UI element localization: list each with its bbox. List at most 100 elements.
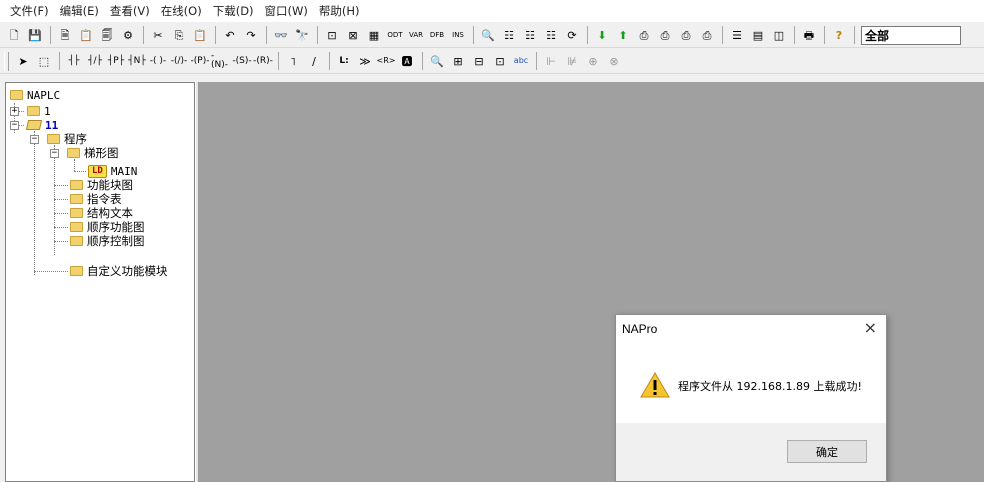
coil-icon[interactable]: -( )- [148,51,168,71]
contact-n-icon[interactable]: ┤N├ [127,51,147,71]
dfb-icon[interactable]: DFB [427,25,447,45]
filter-combo[interactable]: 全部 [861,25,961,45]
tree-root[interactable]: NAPLC [10,88,60,102]
cut-icon[interactable]: ✂ [148,25,168,45]
text-box-icon[interactable]: 🅰 [397,51,417,71]
collapse-minus-icon[interactable]: − [30,134,39,144]
upload-arrow-icon[interactable]: ⬆ [613,25,633,45]
pages-icon[interactable]: 🗐 [97,25,117,45]
tree-item-1[interactable]: + 1 [10,104,51,118]
select-rect-icon[interactable]: ⬚ [34,51,54,71]
split-view-icon[interactable]: ◫ [769,25,789,45]
properties-icon[interactable]: ⊡ [490,51,510,71]
add-icon[interactable]: ⊕ [583,51,603,71]
collapse-minus-icon[interactable]: − [10,120,19,130]
find-icon[interactable]: 👓 [271,25,291,45]
coil-p-icon[interactable]: -(P)- [190,51,210,71]
settings-icon[interactable]: ⚙ [118,25,138,45]
menu-online[interactable]: 在线(O) [161,3,202,19]
toolbar-grip[interactable] [4,51,9,71]
insert-column-icon[interactable]: ⊯ [562,51,582,71]
find-replace-icon[interactable]: 🔭 [292,25,312,45]
standard-toolbar: 🗋 💾 🗎 📋 🗐 ⚙ ✂ ⎘ 📋 ↶ ↷ 👓 🔭 ⊡ ⊠ ▦ ODT VAR … [0,23,984,48]
menu-window[interactable]: 窗口(W) [265,3,308,19]
jump-icon[interactable]: ≫ [355,51,375,71]
tree-item-scc[interactable]: 顺序控制图 [70,234,145,248]
label-icon[interactable]: L: [334,51,354,71]
contact-nc-icon[interactable]: ┤/├ [85,51,105,71]
zoom-icon[interactable]: 🔍 [478,25,498,45]
ok-button[interactable]: 确定 [787,440,867,463]
line-icon[interactable]: ∕ [304,51,324,71]
branch-icon[interactable]: ˥ [283,51,303,71]
stop-icon[interactable]: ⎙ [655,25,675,45]
var-icon[interactable]: VAR [406,25,426,45]
list-icon[interactable]: ☰ [727,25,747,45]
collapse-minus-icon[interactable]: − [50,148,59,158]
tree-item-sfc[interactable]: 顺序功能图 [70,220,145,234]
grid-icon[interactable]: ▤ [748,25,768,45]
tree-item-program[interactable]: − 程序 [30,132,87,146]
expand-plus-icon[interactable]: + [10,106,19,116]
return-icon[interactable]: <R> [376,51,396,71]
toolbar-separator [473,26,474,44]
toolbar-separator [536,52,537,70]
document-icon[interactable]: 🗎 [55,25,75,45]
coil-set-icon[interactable]: -(S)- [232,51,252,71]
image-window-icon[interactable]: ⊠ [343,25,363,45]
menu-edit[interactable]: 编辑(E) [60,3,99,19]
coil-negated-icon[interactable]: -(/)- [169,51,189,71]
help-icon[interactable]: ? [829,25,849,45]
tree-connector [74,159,75,171]
coil-n-icon[interactable]: -(N)- [211,51,231,71]
ins-icon[interactable]: INS [448,25,468,45]
tree-item-st[interactable]: 结构文本 [70,206,133,220]
save-icon[interactable]: 💾 [25,25,45,45]
menu-download[interactable]: 下载(D) [213,3,254,19]
close-icon[interactable]: × [864,318,877,337]
network-icon[interactable]: ☷ [499,25,519,45]
insert-row-icon[interactable]: ⊩ [541,51,561,71]
abc-icon[interactable]: abc [511,51,531,71]
tree-item-il[interactable]: 指令表 [70,192,122,206]
refresh-icon[interactable]: ⟳ [562,25,582,45]
copy-icon[interactable]: ⎘ [169,25,189,45]
delete-icon[interactable]: ⊗ [604,51,624,71]
contact-p-icon[interactable]: ┤P├ [106,51,126,71]
window-icon[interactable]: ⊡ [322,25,342,45]
tree-item-fbd[interactable]: 功能块图 [70,178,133,192]
connect-icon[interactable]: ☷ [541,25,561,45]
print-icon[interactable]: 🖶 [799,25,819,45]
debug-icon[interactable]: ⎙ [697,25,717,45]
toolbar-separator [587,26,588,44]
contact-no-icon[interactable]: ┤├ [64,51,84,71]
tree-item-label: MAIN [110,164,138,178]
tree-item-main[interactable]: LD MAIN [88,164,137,178]
toolbar-separator [278,52,279,70]
download-arrow-icon[interactable]: ⬇ [592,25,612,45]
tree-item-udfb[interactable]: 自定义功能模块 [70,264,168,278]
odt-icon[interactable]: ODT [385,25,405,45]
menu-help[interactable]: 帮助(H) [319,3,360,19]
menu-file[interactable]: 文件(F) [10,3,49,19]
monitor-icon[interactable]: ⎙ [676,25,696,45]
toolbar-separator [143,26,144,44]
search-icon[interactable]: 🔍 [427,51,447,71]
redo-icon[interactable]: ↷ [241,25,261,45]
coil-reset-icon[interactable]: -(R)- [253,51,273,71]
table-icon[interactable]: ▦ [364,25,384,45]
menu-view[interactable]: 查看(V) [110,3,150,19]
copy-doc-icon[interactable]: 📋 [76,25,96,45]
undo-icon[interactable]: ↶ [220,25,240,45]
message-dialog: NAPro × 程序文件从 192.168.1.89 上载成功! 确定 [615,314,887,482]
tree-item-label: 梯形图 [84,146,119,160]
new-file-icon[interactable]: 🗋 [4,25,24,45]
paste-icon[interactable]: 📋 [190,25,210,45]
select-pointer-icon[interactable]: ➤ [13,51,33,71]
tree-item-ladder[interactable]: − 梯形图 [50,146,119,160]
run-icon[interactable]: ⎙ [634,25,654,45]
insert-block-alt-icon[interactable]: ⊟ [469,51,489,71]
network-disabled-icon[interactable]: ☷ [520,25,540,45]
insert-block-icon[interactable]: ⊞ [448,51,468,71]
tree-item-11[interactable]: − 11 [10,118,58,132]
